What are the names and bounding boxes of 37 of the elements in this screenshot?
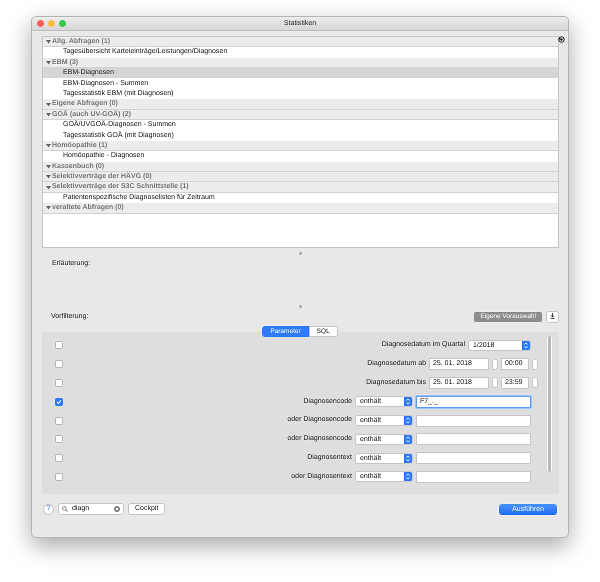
zoom-icon[interactable] (59, 20, 66, 27)
checkbox[interactable] (55, 454, 63, 462)
stepper[interactable] (532, 358, 538, 370)
stepper-arrows-icon (406, 473, 410, 480)
checkbox[interactable] (55, 378, 63, 387)
expanded-triangle-icon[interactable] (46, 39, 51, 44)
search-icon (62, 506, 68, 512)
expanded-triangle-icon[interactable] (46, 143, 51, 148)
checkmark-icon (56, 398, 62, 405)
stepper[interactable] (492, 377, 498, 388)
value-field[interactable] (416, 452, 531, 464)
value-field[interactable] (416, 433, 531, 446)
stepper-arrows-icon (406, 417, 410, 424)
stepper-arrows-icon (406, 436, 410, 443)
splitter-handle[interactable] (298, 252, 302, 255)
checkbox[interactable] (55, 341, 63, 350)
value-field[interactable] (416, 470, 531, 483)
preset-menu-button[interactable] (546, 311, 559, 323)
value-field[interactable] (416, 414, 531, 427)
minimize-icon[interactable] (48, 20, 55, 27)
close-icon[interactable] (37, 20, 44, 27)
expanded-triangle-icon[interactable] (46, 60, 51, 65)
stepper-arrows-icon (524, 342, 528, 349)
stepper-arrows-icon (406, 398, 410, 406)
download-icon (550, 313, 555, 320)
checkbox[interactable] (55, 416, 63, 425)
checkbox[interactable] (55, 472, 63, 481)
checkbox[interactable] (55, 435, 63, 444)
stepper-arrows-icon (406, 454, 410, 462)
splitter-handle[interactable] (298, 305, 302, 308)
scrollbar[interactable] (547, 336, 552, 472)
clear-icon[interactable] (114, 506, 120, 512)
checkbox[interactable] (55, 398, 63, 406)
checkbox[interactable] (55, 360, 63, 368)
stepper[interactable] (492, 358, 498, 370)
stepper[interactable] (532, 377, 538, 388)
expanded-triangle-icon[interactable] (46, 205, 51, 210)
